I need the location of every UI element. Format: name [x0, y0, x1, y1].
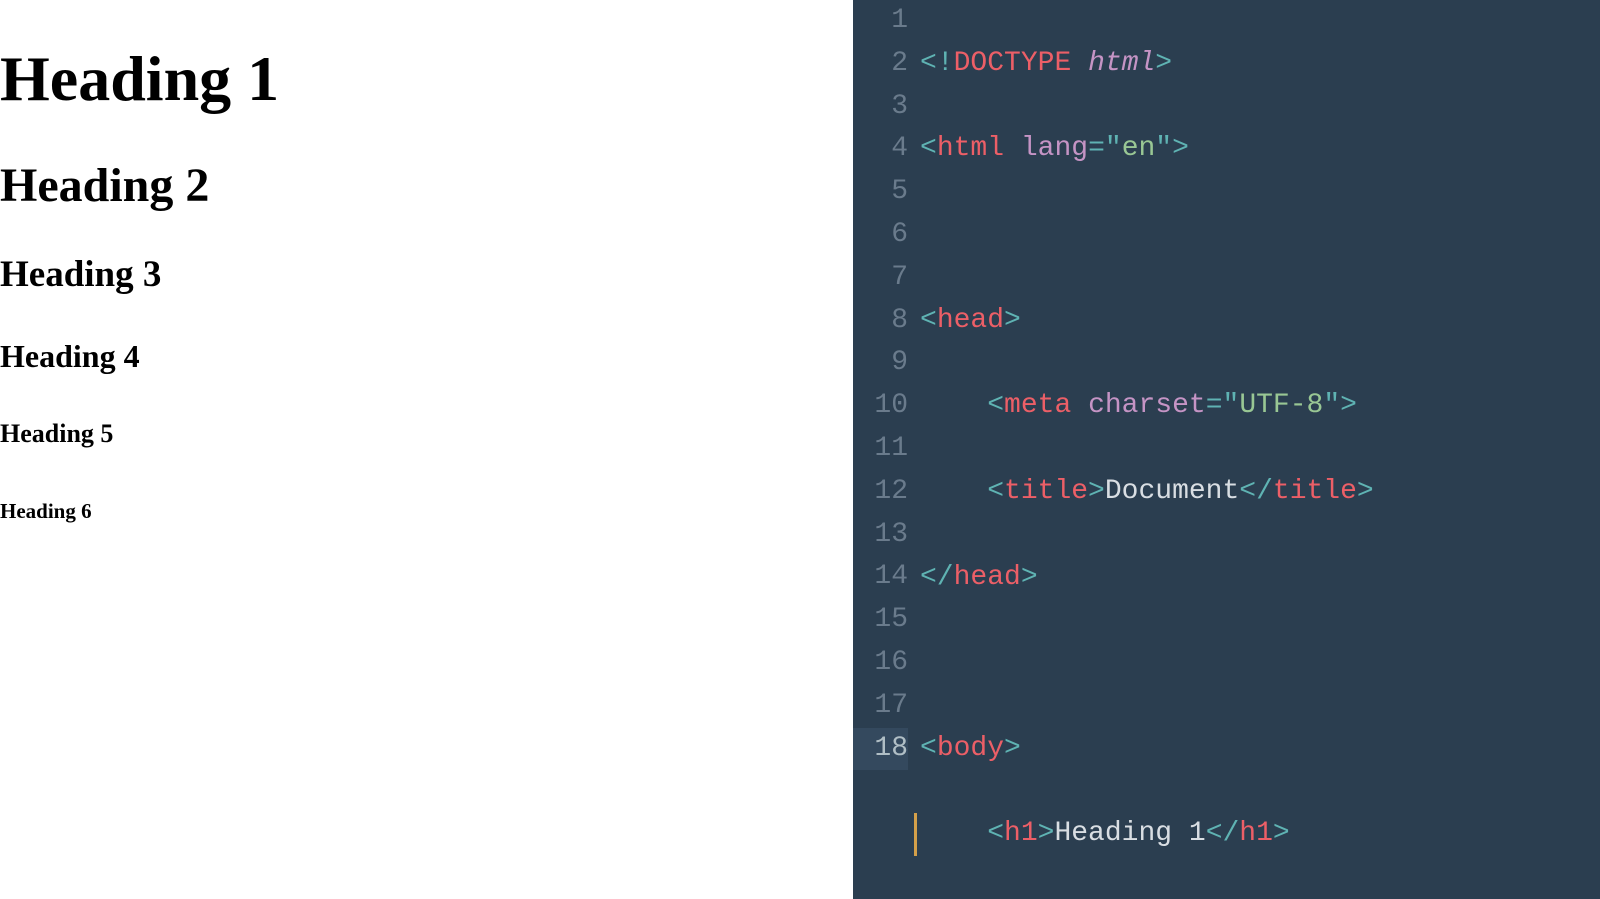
code-line[interactable]: <title>Document</title> — [920, 471, 1600, 514]
code-line[interactable]: <meta charset="UTF-8"> — [920, 385, 1600, 428]
browser-preview-pane: Heading 1 Heading 2 Heading 3 Heading 4 … — [0, 0, 853, 899]
line-number: 4 — [853, 128, 908, 171]
preview-heading-3: Heading 3 — [0, 253, 853, 296]
line-number: 17 — [853, 685, 908, 728]
line-number: 15 — [853, 599, 908, 642]
line-number: 14 — [853, 556, 908, 599]
preview-heading-2: Heading 2 — [0, 158, 853, 213]
preview-heading-1: Heading 1 — [0, 42, 853, 116]
line-number: 5 — [853, 171, 908, 214]
line-number: 18 — [853, 728, 908, 771]
code-content[interactable]: <!DOCTYPE html> <html lang="en"> <head> … — [920, 0, 1600, 899]
line-number: 6 — [853, 214, 908, 257]
code-editor-pane[interactable]: 1 2 3 4 5 6 7 8 9 10 11 12 13 14 15 16 1… — [853, 0, 1600, 899]
preview-heading-6: Heading 6 — [0, 499, 853, 524]
line-number: 3 — [853, 86, 908, 129]
line-number: 8 — [853, 300, 908, 343]
code-line[interactable]: <body> — [920, 728, 1600, 771]
preview-heading-5: Heading 5 — [0, 419, 853, 449]
line-number: 1 — [853, 0, 908, 43]
code-line[interactable]: <h1>Heading 1</h1> — [920, 813, 1600, 856]
line-number: 13 — [853, 514, 908, 557]
line-number-gutter: 1 2 3 4 5 6 7 8 9 10 11 12 13 14 15 16 1… — [853, 0, 920, 899]
line-number: 16 — [853, 642, 908, 685]
line-number: 12 — [853, 471, 908, 514]
line-number: 9 — [853, 342, 908, 385]
code-line[interactable] — [920, 642, 1600, 685]
line-number: 11 — [853, 428, 908, 471]
code-line[interactable]: <!DOCTYPE html> — [920, 43, 1600, 86]
line-number: 7 — [853, 257, 908, 300]
line-number: 2 — [853, 43, 908, 86]
code-line[interactable]: <html lang="en"> — [920, 128, 1600, 171]
line-number: 10 — [853, 385, 908, 428]
code-line[interactable]: <head> — [920, 300, 1600, 343]
code-line[interactable] — [920, 214, 1600, 257]
preview-heading-4: Heading 4 — [0, 338, 853, 375]
code-line[interactable]: </head> — [920, 557, 1600, 600]
